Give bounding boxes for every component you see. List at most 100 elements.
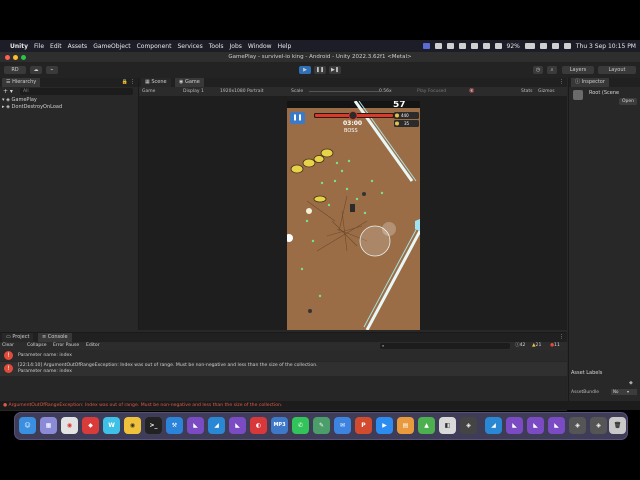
hierarchy-item-gameplay[interactable]: ▾ ◈ GamePlay: [2, 97, 37, 104]
xcode-icon[interactable]: ⚒: [166, 417, 183, 434]
menu-services[interactable]: Services: [177, 43, 202, 50]
vscode-icon[interactable]: ◢: [485, 417, 502, 434]
assetbundle-variant-dropdown[interactable]: ▾: [627, 389, 637, 395]
vscode-icon[interactable]: ◢: [208, 417, 225, 434]
wifi-icon[interactable]: [539, 43, 547, 49]
finder-icon[interactable]: ☺: [19, 417, 36, 434]
mp3-app-icon[interactable]: MP3: [271, 417, 288, 434]
console-entry[interactable]: ! Parameter name: index: [0, 350, 567, 361]
visual-studio-icon[interactable]: ◣: [527, 417, 544, 434]
search-icon[interactable]: [551, 43, 559, 49]
more-menu-icon[interactable]: ⋮: [559, 78, 564, 87]
android-studio-icon[interactable]: ▲: [418, 417, 435, 434]
minimize-window-icon[interactable]: [13, 55, 18, 60]
status-icon[interactable]: [494, 43, 502, 49]
assetbundle-dropdown[interactable]: No: [611, 389, 627, 395]
collapse-button[interactable]: Collapse: [27, 342, 47, 350]
tag-icon[interactable]: ◆: [629, 380, 633, 386]
webex-icon[interactable]: W: [103, 417, 120, 434]
vectorworks-icon[interactable]: ◐: [250, 417, 267, 434]
menu-window[interactable]: Window: [248, 43, 272, 50]
resolution-dropdown[interactable]: 1920x1080 Portrait: [220, 87, 264, 96]
app-icon[interactable]: ◧: [439, 417, 456, 434]
tab-scene[interactable]: ▦ Scene: [141, 78, 171, 87]
menubar-clock[interactable]: Thu 3 Sep 10:15 PM: [576, 43, 636, 50]
play-button[interactable]: ▶: [299, 66, 311, 74]
terminal-icon[interactable]: >_: [145, 417, 162, 434]
pause-game-button[interactable]: ❚❚: [290, 112, 305, 124]
open-button[interactable]: Open: [619, 98, 637, 105]
warning-count[interactable]: ▲21: [532, 342, 541, 350]
history-icon[interactable]: ◷: [533, 66, 543, 74]
menu-jobs[interactable]: Jobs: [230, 43, 242, 50]
step-button[interactable]: ▶❚: [329, 66, 341, 74]
play-focused-dropdown[interactable]: Play Focused: [417, 87, 446, 96]
battery-icon[interactable]: [524, 43, 535, 49]
cloud-icon[interactable]: ☁: [30, 66, 42, 74]
powerpoint-icon[interactable]: P: [355, 417, 372, 434]
game-mode-dropdown[interactable]: Game: [142, 87, 155, 96]
status-icon[interactable]: [446, 43, 454, 49]
chrome-icon[interactable]: ◉: [61, 417, 78, 434]
console-entry[interactable]: ! [22:14:10] ArgumentOutOfRangeException…: [0, 362, 567, 376]
visual-studio-icon[interactable]: ◣: [187, 417, 204, 434]
collab-icon[interactable]: ⌁: [46, 66, 58, 74]
console-search-input[interactable]: ⌕: [380, 343, 510, 349]
trash-icon[interactable]: 🗑: [609, 417, 626, 434]
more-menu-icon[interactable]: ⋮: [130, 78, 135, 87]
account-dropdown[interactable]: RD: [4, 66, 26, 74]
menu-edit[interactable]: Edit: [50, 43, 62, 50]
pause-button[interactable]: ❚❚: [314, 66, 326, 74]
close-window-icon[interactable]: [5, 55, 10, 60]
unity-icon[interactable]: ◈: [590, 417, 607, 434]
visual-studio-icon[interactable]: ◣: [229, 417, 246, 434]
status-icon[interactable]: [434, 43, 442, 49]
search-icon[interactable]: ⌕: [547, 66, 557, 74]
clear-button[interactable]: Clear: [2, 342, 14, 350]
game-viewport[interactable]: ❚❚ 57 03:00 BOSS 440 35: [287, 101, 420, 330]
pages-icon[interactable]: ▤: [397, 417, 414, 434]
scale-slider[interactable]: [309, 91, 379, 92]
chrome-canary-icon[interactable]: ◉: [124, 417, 141, 434]
menu-component[interactable]: Component: [137, 43, 172, 50]
unity-icon[interactable]: ◈: [569, 417, 586, 434]
status-icon[interactable]: [458, 43, 466, 49]
layers-dropdown[interactable]: Layers: [562, 66, 594, 74]
hierarchy-search-input[interactable]: All: [20, 88, 133, 95]
status-icon[interactable]: [482, 43, 490, 49]
layout-dropdown[interactable]: Layout: [598, 66, 636, 74]
add-icon[interactable]: + ▾: [3, 88, 13, 95]
tab-project[interactable]: ▭ Project: [2, 333, 34, 342]
display-dropdown[interactable]: Display 1: [183, 87, 204, 96]
whatsapp-icon[interactable]: ✆: [292, 417, 309, 434]
app-icon[interactable]: ◆: [82, 417, 99, 434]
gizmos-dropdown[interactable]: Gizmos: [538, 87, 555, 96]
menu-help[interactable]: Help: [278, 43, 292, 50]
zoom-window-icon[interactable]: [21, 55, 26, 60]
status-app-icon[interactable]: [422, 43, 430, 49]
visual-studio-icon[interactable]: ◣: [506, 417, 523, 434]
menu-app-unity[interactable]: Unity: [10, 43, 28, 50]
lock-icon[interactable]: 🔒: [122, 78, 128, 87]
error-pause-button[interactable]: Error Pause: [53, 342, 79, 350]
menu-file[interactable]: File: [34, 43, 44, 50]
editor-statusbar[interactable]: ● ArgumentOutOfRangeException: Index was…: [0, 401, 640, 410]
tab-game[interactable]: ◉ Game: [175, 78, 204, 87]
menu-tools[interactable]: Tools: [209, 43, 224, 50]
editor-dropdown[interactable]: Editor: [86, 342, 100, 350]
mail-icon[interactable]: ✉: [334, 417, 351, 434]
mute-audio-icon[interactable]: 🔇: [469, 87, 475, 96]
menu-gameobject[interactable]: GameObject: [93, 43, 130, 50]
launchpad-icon[interactable]: ▦: [40, 417, 57, 434]
control-center-icon[interactable]: [563, 43, 571, 49]
stats-button[interactable]: Stats: [521, 87, 533, 96]
log-count[interactable]: ⓘ42: [515, 342, 525, 350]
notes-icon[interactable]: ✎: [313, 417, 330, 434]
more-menu-icon[interactable]: ⋮: [559, 333, 564, 342]
tab-console[interactable]: ≡ Console: [38, 333, 72, 342]
tab-hierarchy[interactable]: ☰ Hierarchy: [2, 78, 41, 87]
hierarchy-item-dontdestroy[interactable]: ▸ ◈ DontDestroyOnLoad: [2, 104, 62, 111]
menu-assets[interactable]: Assets: [68, 43, 88, 50]
tab-inspector[interactable]: ⓘ Inspector: [571, 78, 609, 87]
zoom-icon[interactable]: ▶: [376, 417, 393, 434]
